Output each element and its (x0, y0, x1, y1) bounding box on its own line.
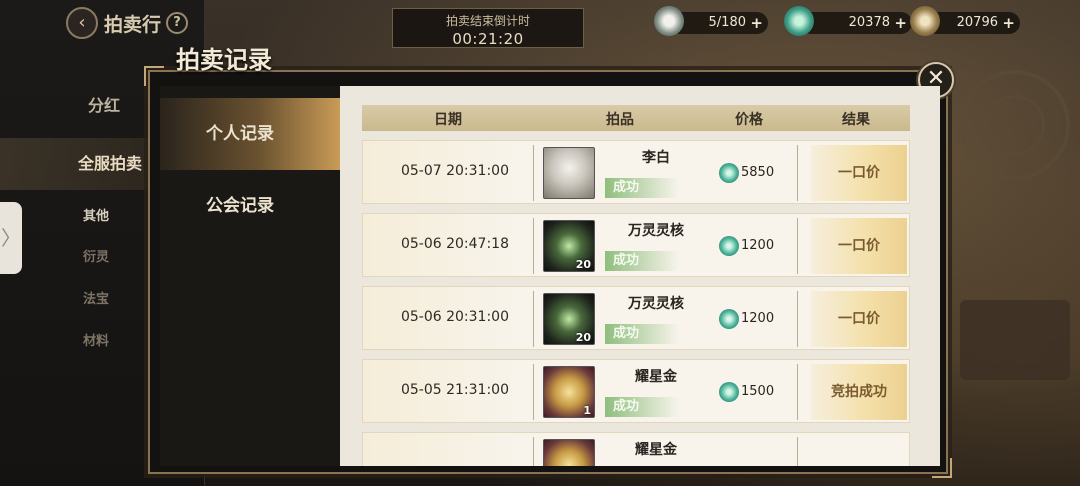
star-gold-icon[interactable]: 1 (543, 366, 595, 418)
record-date: 05-06 20:47:18 (400, 236, 509, 252)
table-row[interactable]: 05-06 20:47:18 20 万灵灵核 成功 1200 一口价 (362, 213, 910, 277)
table-row[interactable]: 耀星金 (362, 432, 910, 466)
spirit-core-icon[interactable]: 20 (543, 293, 595, 345)
spirit-core-icon[interactable]: 20 (543, 220, 595, 272)
star-gold-icon[interactable] (543, 439, 595, 466)
status-badge: 成功 (605, 251, 679, 271)
record-result: 竞拍成功 (811, 364, 907, 420)
tab-personal-records[interactable]: 个人记录 (160, 98, 340, 170)
table-row[interactable]: 05-05 21:31:00 1 耀星金 成功 1500 竞拍成功 (362, 359, 910, 423)
countdown-value: 00:21:20 (452, 30, 524, 48)
pearl-currency-icon (654, 6, 684, 36)
record-price: 1200 (741, 311, 775, 326)
column-divider (533, 145, 534, 201)
dialog-corner-ornament (144, 66, 164, 86)
table-row[interactable]: 05-06 20:31:00 20 万灵灵核 成功 1200 一口价 (362, 286, 910, 350)
column-divider (797, 437, 798, 466)
record-price: 5850 (741, 165, 775, 180)
record-date: 05-05 21:31:00 (400, 382, 509, 398)
column-divider (533, 364, 534, 420)
record-item-name: 万灵灵核 (628, 223, 684, 239)
auction-countdown: 拍卖结束倒计时 00:21:20 (392, 8, 584, 48)
resource-pearl-value: 5/180 (708, 15, 746, 30)
gold-medal-icon (910, 6, 940, 36)
column-divider (533, 218, 534, 274)
sidebar-subitem-yanling[interactable]: 衍灵 (83, 246, 109, 265)
jade-gem-icon (719, 382, 739, 402)
record-price: 1200 (741, 238, 775, 253)
column-divider (533, 437, 534, 466)
help-button[interactable]: ? (166, 12, 188, 34)
column-divider (797, 364, 798, 420)
status-badge: 成功 (605, 324, 679, 344)
status-badge: 成功 (605, 178, 679, 198)
back-button[interactable]: ‹ (66, 7, 98, 39)
record-item-name: 耀星金 (635, 442, 677, 458)
tab-guild-records[interactable]: 公会记录 (160, 170, 340, 242)
resource-jade-value: 20378 (848, 15, 890, 30)
jade-gem-icon (784, 6, 814, 36)
record-tabs: 个人记录 公会记录 (160, 86, 340, 466)
add-pearl-button[interactable]: + (750, 12, 763, 34)
item-quantity: 20 (575, 331, 591, 344)
record-result: 一口价 (811, 218, 907, 274)
jade-gem-icon (719, 236, 739, 256)
column-header-date: 日期 (434, 112, 462, 128)
sidebar-subitem-treasure[interactable]: 法宝 (83, 288, 109, 307)
column-divider (797, 291, 798, 347)
dialog-title: 拍卖记录 (176, 45, 272, 74)
record-result: 一口价 (811, 291, 907, 347)
resource-gold[interactable]: 20796 + (926, 12, 1020, 34)
record-result: 一口价 (811, 145, 907, 201)
table-header: 日期 拍品 价格 结果 (362, 105, 910, 131)
record-table[interactable]: 日期 拍品 价格 结果 05-07 20:31:00 李白 成功 5850 一口… (340, 86, 940, 466)
column-divider (533, 291, 534, 347)
background-arch-inner (985, 95, 1045, 155)
resource-pearl[interactable]: 5/180 + (670, 12, 768, 34)
table-row[interactable]: 05-07 20:31:00 李白 成功 5850 一口价 (362, 140, 910, 204)
record-date: 05-06 20:31:00 (400, 309, 509, 325)
item-quantity: 20 (575, 258, 591, 271)
drawer-handle[interactable]: 〉 (0, 202, 22, 274)
column-divider (797, 145, 798, 201)
page-title: 拍卖行 (104, 14, 162, 36)
jade-gem-icon (719, 309, 739, 329)
record-item-name: 李白 (642, 150, 670, 166)
record-price: 1500 (741, 384, 775, 399)
resource-jade[interactable]: 20378 + (800, 12, 912, 34)
column-header-price: 价格 (735, 112, 763, 128)
countdown-label: 拍卖结束倒计时 (445, 14, 530, 28)
record-item-name: 耀星金 (635, 369, 677, 385)
add-gold-button[interactable]: + (1002, 12, 1015, 34)
sidebar-subitem-other[interactable]: 其他 (83, 205, 109, 224)
record-date: 05-07 20:31:00 (400, 163, 509, 179)
status-badge: 成功 (605, 397, 679, 417)
column-divider (797, 218, 798, 274)
column-header-result: 结果 (842, 112, 870, 128)
item-quantity: 1 (583, 404, 591, 417)
column-header-item: 拍品 (606, 112, 634, 128)
jade-gem-icon (719, 163, 739, 183)
resource-gold-value: 20796 (956, 15, 998, 30)
add-jade-button[interactable]: + (894, 12, 907, 34)
sidebar-subitem-materials[interactable]: 材料 (83, 330, 109, 349)
background-table (960, 300, 1070, 380)
character-portrait-icon[interactable] (543, 147, 595, 199)
record-item-name: 万灵灵核 (628, 296, 684, 312)
